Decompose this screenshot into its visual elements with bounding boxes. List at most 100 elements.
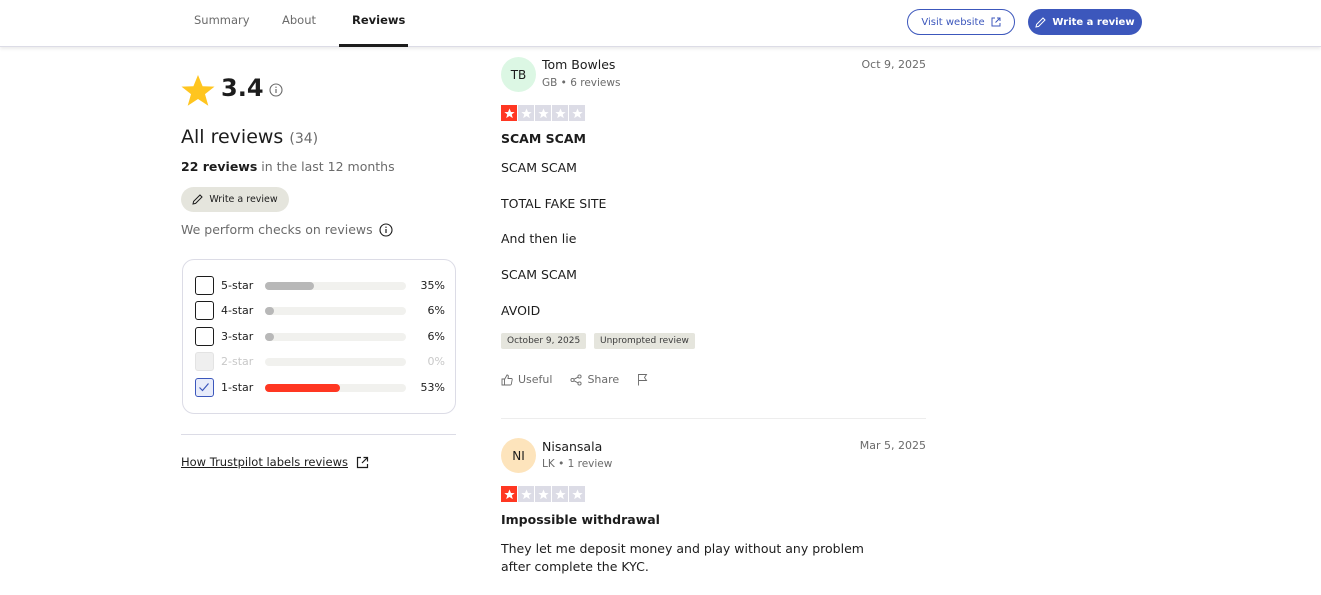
review-title[interactable]: Impossible withdrawal — [501, 512, 660, 527]
thumbs-up-icon — [501, 374, 513, 385]
write-review-button[interactable]: Write a review — [1028, 9, 1142, 35]
filter-checkbox-1-star[interactable] — [195, 378, 214, 397]
filter-checkbox-4-star[interactable] — [195, 301, 214, 320]
overall-rating: 3.4 — [221, 74, 264, 102]
rating-star-box — [518, 105, 534, 121]
visit-website-label: Visit website — [921, 16, 985, 28]
review-date: Mar 5, 2025 — [859, 439, 926, 452]
review-text-line: SCAM SCAM — [501, 267, 577, 282]
divider — [181, 434, 456, 435]
external-link-icon — [991, 17, 1001, 27]
all-reviews-count: (34) — [289, 131, 319, 147]
active-tab-indicator — [339, 44, 408, 47]
star-icon — [554, 489, 566, 499]
avatar-initials: NI — [512, 448, 525, 463]
filter-row-2-star: 2-star 0% — [195, 352, 445, 372]
avatar-initials: TB — [510, 67, 527, 82]
rating-star-box — [569, 486, 585, 502]
rating-star-box — [501, 486, 517, 502]
report-button[interactable] — [637, 373, 649, 386]
rating-star-box — [518, 486, 534, 502]
review-checks-text: We perform checks on reviews — [181, 222, 373, 237]
review-text-line: AVOID — [501, 303, 541, 318]
filter-bar-fill — [265, 282, 315, 290]
info-icon[interactable] — [269, 83, 283, 97]
star-icon — [554, 108, 566, 118]
filter-percent: 0% — [427, 355, 445, 368]
filter-bar-track — [265, 333, 406, 341]
review-actions: Useful Share — [501, 373, 649, 386]
filter-checkbox-5-star[interactable] — [195, 276, 214, 295]
filter-label: 2-star — [221, 355, 254, 368]
filter-bar-fill — [265, 307, 274, 315]
filter-bar-track — [265, 384, 406, 392]
useful-label: Useful — [518, 373, 553, 386]
filter-percent: 6% — [427, 304, 445, 317]
tab-reviews[interactable]: Reviews — [352, 0, 405, 47]
review-date: Oct 9, 2025 — [861, 58, 926, 71]
write-review-small-button[interactable]: Write a review — [181, 187, 289, 212]
review-text-line: SCAM SCAM — [501, 160, 577, 175]
star-icon — [503, 108, 515, 118]
star-icon — [537, 489, 549, 499]
write-review-small-label: Write a review — [209, 194, 278, 205]
rating-star-box — [535, 105, 551, 121]
pencil-icon — [1035, 16, 1047, 28]
star-icon — [520, 489, 532, 499]
unprompted-review-tag: Unprompted review — [594, 333, 695, 349]
tab-about[interactable]: About — [282, 0, 316, 47]
avatar[interactable]: TB — [501, 57, 536, 92]
review-text-line: TOTAL FAKE SITE — [501, 196, 607, 211]
rating-star-box — [535, 486, 551, 502]
rating-star-box — [552, 105, 568, 121]
reviewer-name[interactable]: Nisansala — [542, 439, 602, 454]
filter-row-4-star[interactable]: 4-star 6% — [195, 301, 445, 321]
how-labels-reviews-link[interactable]: How Trustpilot labels reviews — [181, 455, 369, 469]
rating-star-box — [569, 105, 585, 121]
review-star-rating — [501, 486, 585, 502]
reviewer-meta: LK • 1 review — [542, 458, 613, 470]
pencil-icon — [192, 194, 204, 205]
review-card: TB Tom Bowles GB • 6 reviews Oct 9, 2025… — [501, 56, 926, 396]
external-link-icon — [356, 456, 369, 468]
filter-bar-fill — [265, 333, 274, 341]
star-icon — [181, 75, 215, 106]
visit-website-button[interactable]: Visit website — [907, 9, 1015, 35]
filter-row-5-star[interactable]: 5-star 35% — [195, 276, 445, 296]
write-review-label: Write a review — [1052, 16, 1135, 28]
filter-checkbox-3-star[interactable] — [195, 327, 214, 346]
info-icon[interactable] — [379, 222, 393, 237]
filter-checkbox-2-star — [195, 352, 214, 371]
reviewer-meta: GB • 6 reviews — [542, 77, 621, 89]
review-tags: October 9, 2025 Unprompted review — [501, 333, 926, 349]
flag-icon — [638, 374, 648, 386]
filter-row-3-star[interactable]: 3-star 6% — [195, 327, 445, 347]
review-title[interactable]: SCAM SCAM — [501, 131, 586, 146]
share-icon — [570, 373, 583, 386]
avatar[interactable]: NI — [501, 438, 536, 473]
rating-star-box — [501, 105, 517, 121]
filter-bar-track — [265, 282, 406, 290]
review-card: NI Nisansala LK • 1 review Mar 5, 2025 I… — [501, 437, 926, 595]
tab-summary[interactable]: Summary — [194, 0, 250, 47]
star-icon — [537, 108, 549, 118]
filter-percent: 53% — [420, 381, 445, 394]
review-text-line: And then lie — [501, 231, 577, 246]
all-reviews-label: All reviews — [181, 126, 284, 148]
star-icon — [571, 108, 583, 118]
recent-reviews-count: 22 reviews — [181, 159, 258, 174]
checkmark-icon — [199, 383, 209, 392]
filter-row-1-star[interactable]: 1-star 53% — [195, 378, 445, 398]
filter-bar-track — [265, 358, 406, 366]
star-filter-panel: 5-star 35% 4-star 6% 3-star 6% 2-star 0%… — [182, 259, 456, 414]
star-icon — [503, 489, 515, 499]
recent-reviews-suffix: in the last 12 months — [257, 159, 395, 174]
useful-button[interactable]: Useful — [501, 373, 552, 386]
filter-percent: 6% — [427, 330, 445, 343]
all-reviews-heading: All reviews (34) — [181, 126, 318, 148]
filter-label: 4-star — [221, 304, 254, 317]
share-button[interactable]: Share — [570, 373, 619, 386]
date-of-experience-tag: October 9, 2025 — [501, 333, 587, 349]
star-icon — [520, 108, 532, 118]
reviewer-name[interactable]: Tom Bowles — [542, 57, 615, 72]
